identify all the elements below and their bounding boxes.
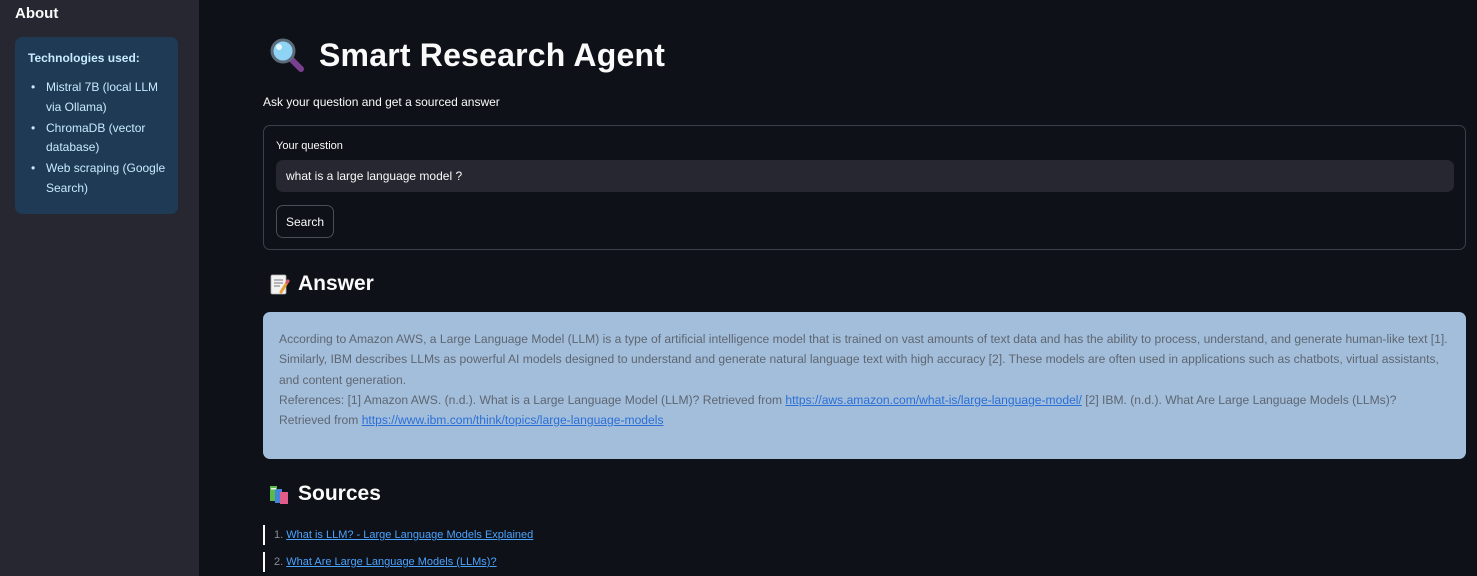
answer-references: References: [1] Amazon AWS. (n.d.). What… xyxy=(279,390,1450,431)
sidebar-title: About xyxy=(15,5,59,22)
source-link[interactable]: What Are Large Language Models (LLMs)? xyxy=(286,556,496,568)
question-form: Your question Search xyxy=(263,125,1466,250)
question-label: Your question xyxy=(276,140,343,152)
page-subtitle: Ask your question and get a sourced answ… xyxy=(263,95,500,109)
title-row: Smart Research Agent xyxy=(268,36,665,74)
info-box: Technologies used: Mistral 7B (local LLM… xyxy=(15,37,178,214)
answer-box: According to Amazon AWS, a Large Languag… xyxy=(263,312,1466,459)
references-prefix: References: [1] Amazon AWS. (n.d.). What… xyxy=(279,392,783,407)
sources-header: Sources xyxy=(268,482,381,506)
source-item: 2. What Are Large Language Models (LLMs)… xyxy=(263,552,533,572)
technology-item: Web scraping (Google Search) xyxy=(28,159,166,198)
answer-header: Answer xyxy=(268,272,374,296)
technologies-list: Mistral 7B (local LLM via Ollama) Chroma… xyxy=(28,78,166,198)
info-heading: Technologies used: xyxy=(28,51,140,65)
books-icon xyxy=(270,486,288,504)
question-input[interactable] xyxy=(276,160,1454,192)
sources-heading: Sources xyxy=(298,482,381,505)
search-button[interactable]: Search xyxy=(276,205,334,238)
app: About Technologies used: Mistral 7B (loc… xyxy=(0,0,1477,576)
technology-item: Mistral 7B (local LLM via Ollama) xyxy=(28,78,166,117)
main-content: Smart Research Agent Ask your question a… xyxy=(199,0,1477,576)
source-item: 1. What is LLM? - Large Language Models … xyxy=(263,525,533,545)
memo-icon xyxy=(270,274,290,295)
sidebar: About Technologies used: Mistral 7B (loc… xyxy=(0,0,199,576)
source-link[interactable]: What is LLM? - Large Language Models Exp… xyxy=(286,529,533,541)
technology-item: ChromaDB (vector database) xyxy=(28,119,166,158)
page-title: Smart Research Agent xyxy=(319,36,666,73)
source-number: 1. xyxy=(274,529,284,541)
answer-heading: Answer xyxy=(298,272,374,295)
sources-list: 1. What is LLM? - Large Language Models … xyxy=(263,525,533,576)
reference-link-1[interactable]: https://aws.amazon.com/what-is/large-lan… xyxy=(785,393,1081,407)
source-number: 2. xyxy=(274,556,284,568)
answer-text: According to Amazon AWS, a Large Languag… xyxy=(279,332,1448,387)
magnifying-glass-icon xyxy=(270,38,304,72)
reference-link-2[interactable]: https://www.ibm.com/think/topics/large-l… xyxy=(362,413,664,427)
